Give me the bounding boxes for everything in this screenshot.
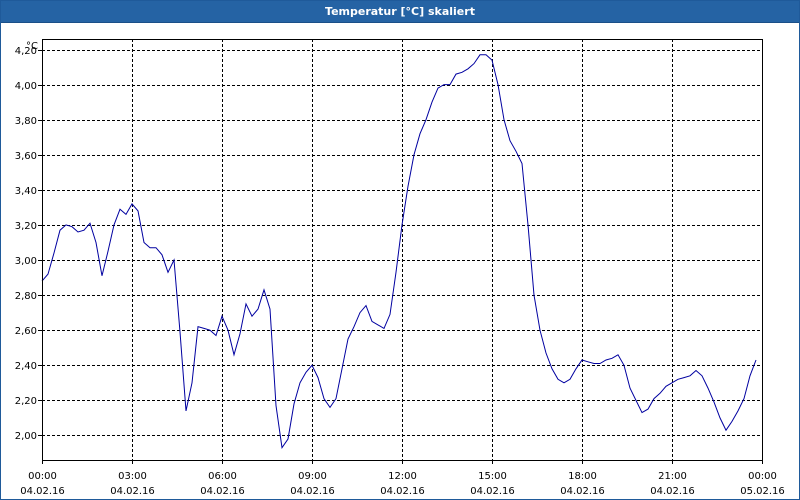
x-tick-date-label: 04.02.16 <box>650 486 695 497</box>
y-axis: 4,20 4,00 3,80 3,60 3,40 3,20 3,00 2,80 2,60 2,40… <box>15 46 42 442</box>
x-tick-date-label: 04.02.16 <box>560 486 605 497</box>
y-tick-label: 3,40 <box>15 186 37 197</box>
y-tick-label: 2,40 <box>15 361 37 372</box>
temperature-chart: °C 4,204,003,803,603,403,203,002,802,602… <box>15 39 785 497</box>
y-tick-label: 3,20 <box>15 221 37 232</box>
x-tick-time-label: 09:00 <box>298 471 327 482</box>
y-tick-label: 2,00 <box>15 431 37 442</box>
x-tick-date-label: 04.02.16 <box>470 486 515 497</box>
y-tick-label: 3,60 <box>15 151 37 162</box>
x-tick-date-label: 04.02.16 <box>110 486 155 497</box>
y-tick-label: 2,20 <box>15 396 37 407</box>
y-tick-label: 4,00 <box>15 81 37 92</box>
x-tick-date-label: 04.02.16 <box>200 486 245 497</box>
x-tick-time-label: 21:00 <box>658 471 687 482</box>
y-tick-label: 2,80 <box>15 291 37 302</box>
x-tick-time-label: 00:00 <box>748 471 777 482</box>
temperature-series-line <box>41 54 757 450</box>
x-tick-date-label: 05.02.16 <box>740 486 785 497</box>
y-tick-label: 2,60 <box>15 326 37 337</box>
y-tick-label: 4,20 <box>15 46 37 57</box>
x-axis: 00:00 04.02.16 03:00 04.02.16 06:00 04.02.16 0… <box>20 460 785 497</box>
y-tick-label: 3,00 <box>15 256 37 267</box>
x-tick-date-label: 04.02.16 <box>290 486 335 497</box>
grid-lines <box>42 39 762 460</box>
y-tick-label: 3,80 <box>15 116 37 127</box>
x-tick-time-label: 03:00 <box>118 471 147 482</box>
x-tick-date-label: 04.02.16 <box>20 486 65 497</box>
x-tick-time-label: 00:00 <box>28 471 57 482</box>
x-tick-time-label: 15:00 <box>478 471 507 482</box>
x-tick-time-label: 06:00 <box>208 471 237 482</box>
x-tick-date-label: 04.02.16 <box>380 486 425 497</box>
x-tick-time-label: 18:00 <box>568 471 597 482</box>
x-tick-time-label: 12:00 <box>388 471 417 482</box>
